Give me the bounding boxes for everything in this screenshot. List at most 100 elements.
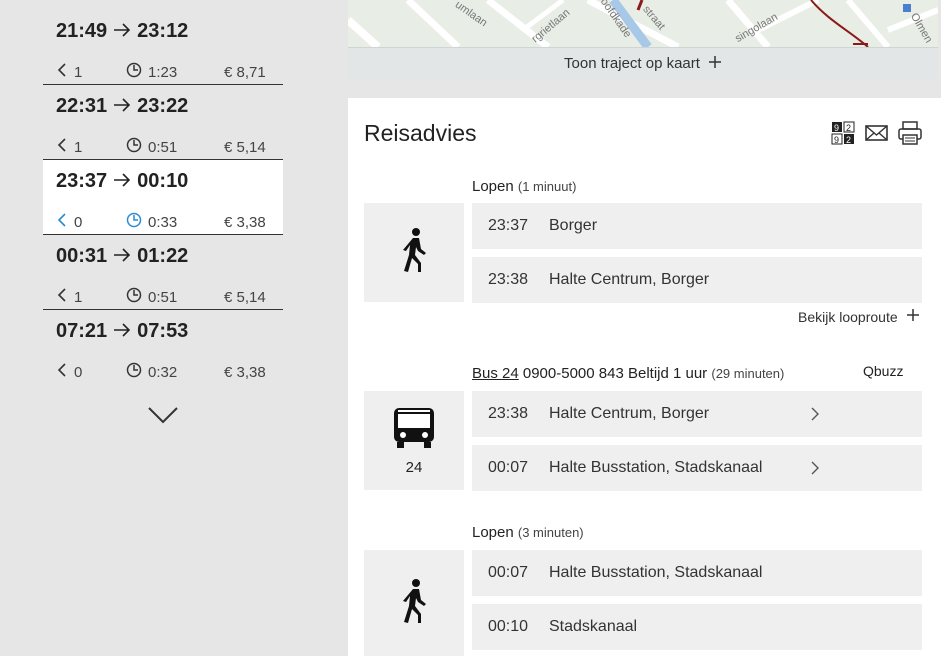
leg-mode: Lopen <box>472 524 514 541</box>
departure-time: 23:37 <box>56 170 108 192</box>
leg-header: Lopen (1 minuut) <box>472 178 576 195</box>
arrival-time: 00:10 <box>137 170 189 192</box>
bus-line-number: 24 <box>405 458 423 476</box>
leg-icon-box <box>364 203 464 302</box>
arrival-time: 07:53 <box>137 320 189 342</box>
stop-name: Stadskanaal <box>549 618 638 635</box>
walk-icon <box>399 578 429 629</box>
leg-stop: 23:37 Borger <box>472 203 922 249</box>
trip-price: € 8,71 <box>224 64 266 81</box>
stop-name: Halte Busstation, Stadskanaal <box>549 564 763 581</box>
departure-time: 07:21 <box>56 320 108 342</box>
transfers-icon <box>56 212 68 232</box>
leg-duration: (3 minuten) <box>517 525 584 540</box>
transfers-icon <box>56 62 68 82</box>
walking-route-label: Bekijk looproute <box>798 308 898 325</box>
svg-text:2: 2 <box>846 123 851 133</box>
trip-option[interactable]: 07:21 07:53 0 0:32 € 3,38 <box>43 310 283 385</box>
trip-option[interactable]: 00:31 01:22 1 0:51 € 5,14 <box>43 235 283 310</box>
view-walking-route-link[interactable]: Bekijk looproute <box>798 308 920 325</box>
departure-time: 00:31 <box>56 245 108 267</box>
leg-icon-box: 24 <box>364 391 464 490</box>
arrow-right-icon <box>113 245 131 268</box>
chevron-right-icon <box>810 406 820 427</box>
trip-option[interactable]: 21:49 23:12 1 1:23 € 8,71 <box>43 10 283 85</box>
trip-option-selected[interactable]: 23:37 00:10 0 0:33 € 3,38 <box>43 160 283 235</box>
trip-option[interactable]: 22:31 23:22 1 0:51 € 5,14 <box>43 85 283 160</box>
panel-title: Reisadvies <box>364 120 477 146</box>
clock-icon <box>126 62 142 82</box>
leg-header: Lopen (3 minuten) <box>472 524 584 541</box>
arrow-right-icon <box>113 20 131 43</box>
show-route-on-map-button[interactable]: Toon traject op kaart <box>348 47 938 79</box>
stop-time: 00:10 <box>488 618 529 635</box>
transfer-count: 0 <box>74 363 83 381</box>
stop-name: Halte Busstation, Stadskanaal <box>549 459 763 476</box>
leg-stop: 23:38 Halte Centrum, Borger <box>472 257 922 303</box>
transfers-icon <box>56 137 68 157</box>
print-icon[interactable] <box>896 120 924 146</box>
stop-time: 00:07 <box>488 459 529 476</box>
svg-text:2: 2 <box>846 135 851 145</box>
arrow-right-icon <box>113 320 131 343</box>
transfers-icon <box>56 362 68 382</box>
stop-time: 23:38 <box>488 405 529 422</box>
calculator-icon[interactable]: 9 2 9 2 <box>830 120 858 146</box>
plus-icon <box>708 55 722 73</box>
departure-time: 22:31 <box>56 95 108 117</box>
trip-price: € 3,38 <box>224 364 266 381</box>
svg-text:9: 9 <box>834 135 839 145</box>
clock-icon <box>126 212 142 232</box>
stop-name: Halte Centrum, Borger <box>549 271 710 288</box>
leg-mode: Lopen <box>472 178 514 195</box>
stop-time: 23:37 <box>488 217 529 234</box>
map-toggle-label: Toon traject op kaart <box>564 55 700 72</box>
leg-icon-box <box>364 550 464 656</box>
transfer-count: 1 <box>74 63 83 81</box>
stop-time: 23:38 <box>488 271 529 288</box>
trip-price: € 3,38 <box>224 214 266 231</box>
bus-icon <box>392 406 436 455</box>
travel-advice-panel: Reisadvies 9 2 9 2 Lopen (1 minuut) 23:3… <box>348 98 941 656</box>
transfers-icon <box>56 287 68 307</box>
clock-icon <box>126 362 142 382</box>
departure-time: 21:49 <box>56 20 108 42</box>
arrival-time: 23:22 <box>137 95 189 117</box>
operator-name: Qbuzz <box>863 363 904 379</box>
walk-icon <box>399 227 429 278</box>
leg-stop[interactable]: 23:38 Halte Centrum, Borger <box>472 391 922 437</box>
transfer-count: 1 <box>74 288 83 306</box>
stop-time: 00:07 <box>488 564 529 581</box>
trip-price: € 5,14 <box>224 139 266 156</box>
trip-duration: 0:51 <box>148 288 178 306</box>
clock-icon <box>126 287 142 307</box>
leg-stop: 00:10 Stadskanaal <box>472 604 922 650</box>
mail-icon[interactable] <box>863 120 891 146</box>
chevron-right-icon <box>810 460 820 481</box>
leg-stop[interactable]: 00:07 Halte Busstation, Stadskanaal <box>472 445 922 491</box>
transfer-count: 0 <box>74 213 83 231</box>
trip-price: € 5,14 <box>224 289 266 306</box>
arrow-right-icon <box>113 170 131 193</box>
trip-duration: 1:23 <box>148 63 178 81</box>
arrow-right-icon <box>113 95 131 118</box>
trip-options-list: 21:49 23:12 1 1:23 € 8,71 22:31 23:22 1 … <box>43 10 283 385</box>
trip-duration: 0:33 <box>148 213 178 231</box>
stop-name: Borger <box>549 217 598 234</box>
more-trips-chevron-down-icon[interactable] <box>146 402 180 428</box>
arrival-time: 23:12 <box>137 20 189 42</box>
trip-duration: 0:51 <box>148 138 178 156</box>
transfer-count: 1 <box>74 138 83 156</box>
leg-stop: 00:07 Halte Busstation, Stadskanaal <box>472 550 922 596</box>
trip-duration: 0:32 <box>148 363 178 381</box>
route-map[interactable]: umlaan rgrietlaan oofdkade straat singol… <box>348 0 938 47</box>
svg-text:9: 9 <box>834 123 839 133</box>
leg-header: Bus 24 0900-5000 843 Beltijd 1 uur (29 m… <box>472 365 784 382</box>
leg-duration: (29 minuten) <box>711 366 785 381</box>
leg-duration: (1 minuut) <box>517 179 577 194</box>
bus-line-link[interactable]: Bus 24 <box>472 365 519 382</box>
bus-info: 0900-5000 843 Beltijd 1 uur <box>522 365 708 382</box>
clock-icon <box>126 137 142 157</box>
plus-icon <box>906 308 920 325</box>
stop-name: Halte Centrum, Borger <box>549 405 710 422</box>
